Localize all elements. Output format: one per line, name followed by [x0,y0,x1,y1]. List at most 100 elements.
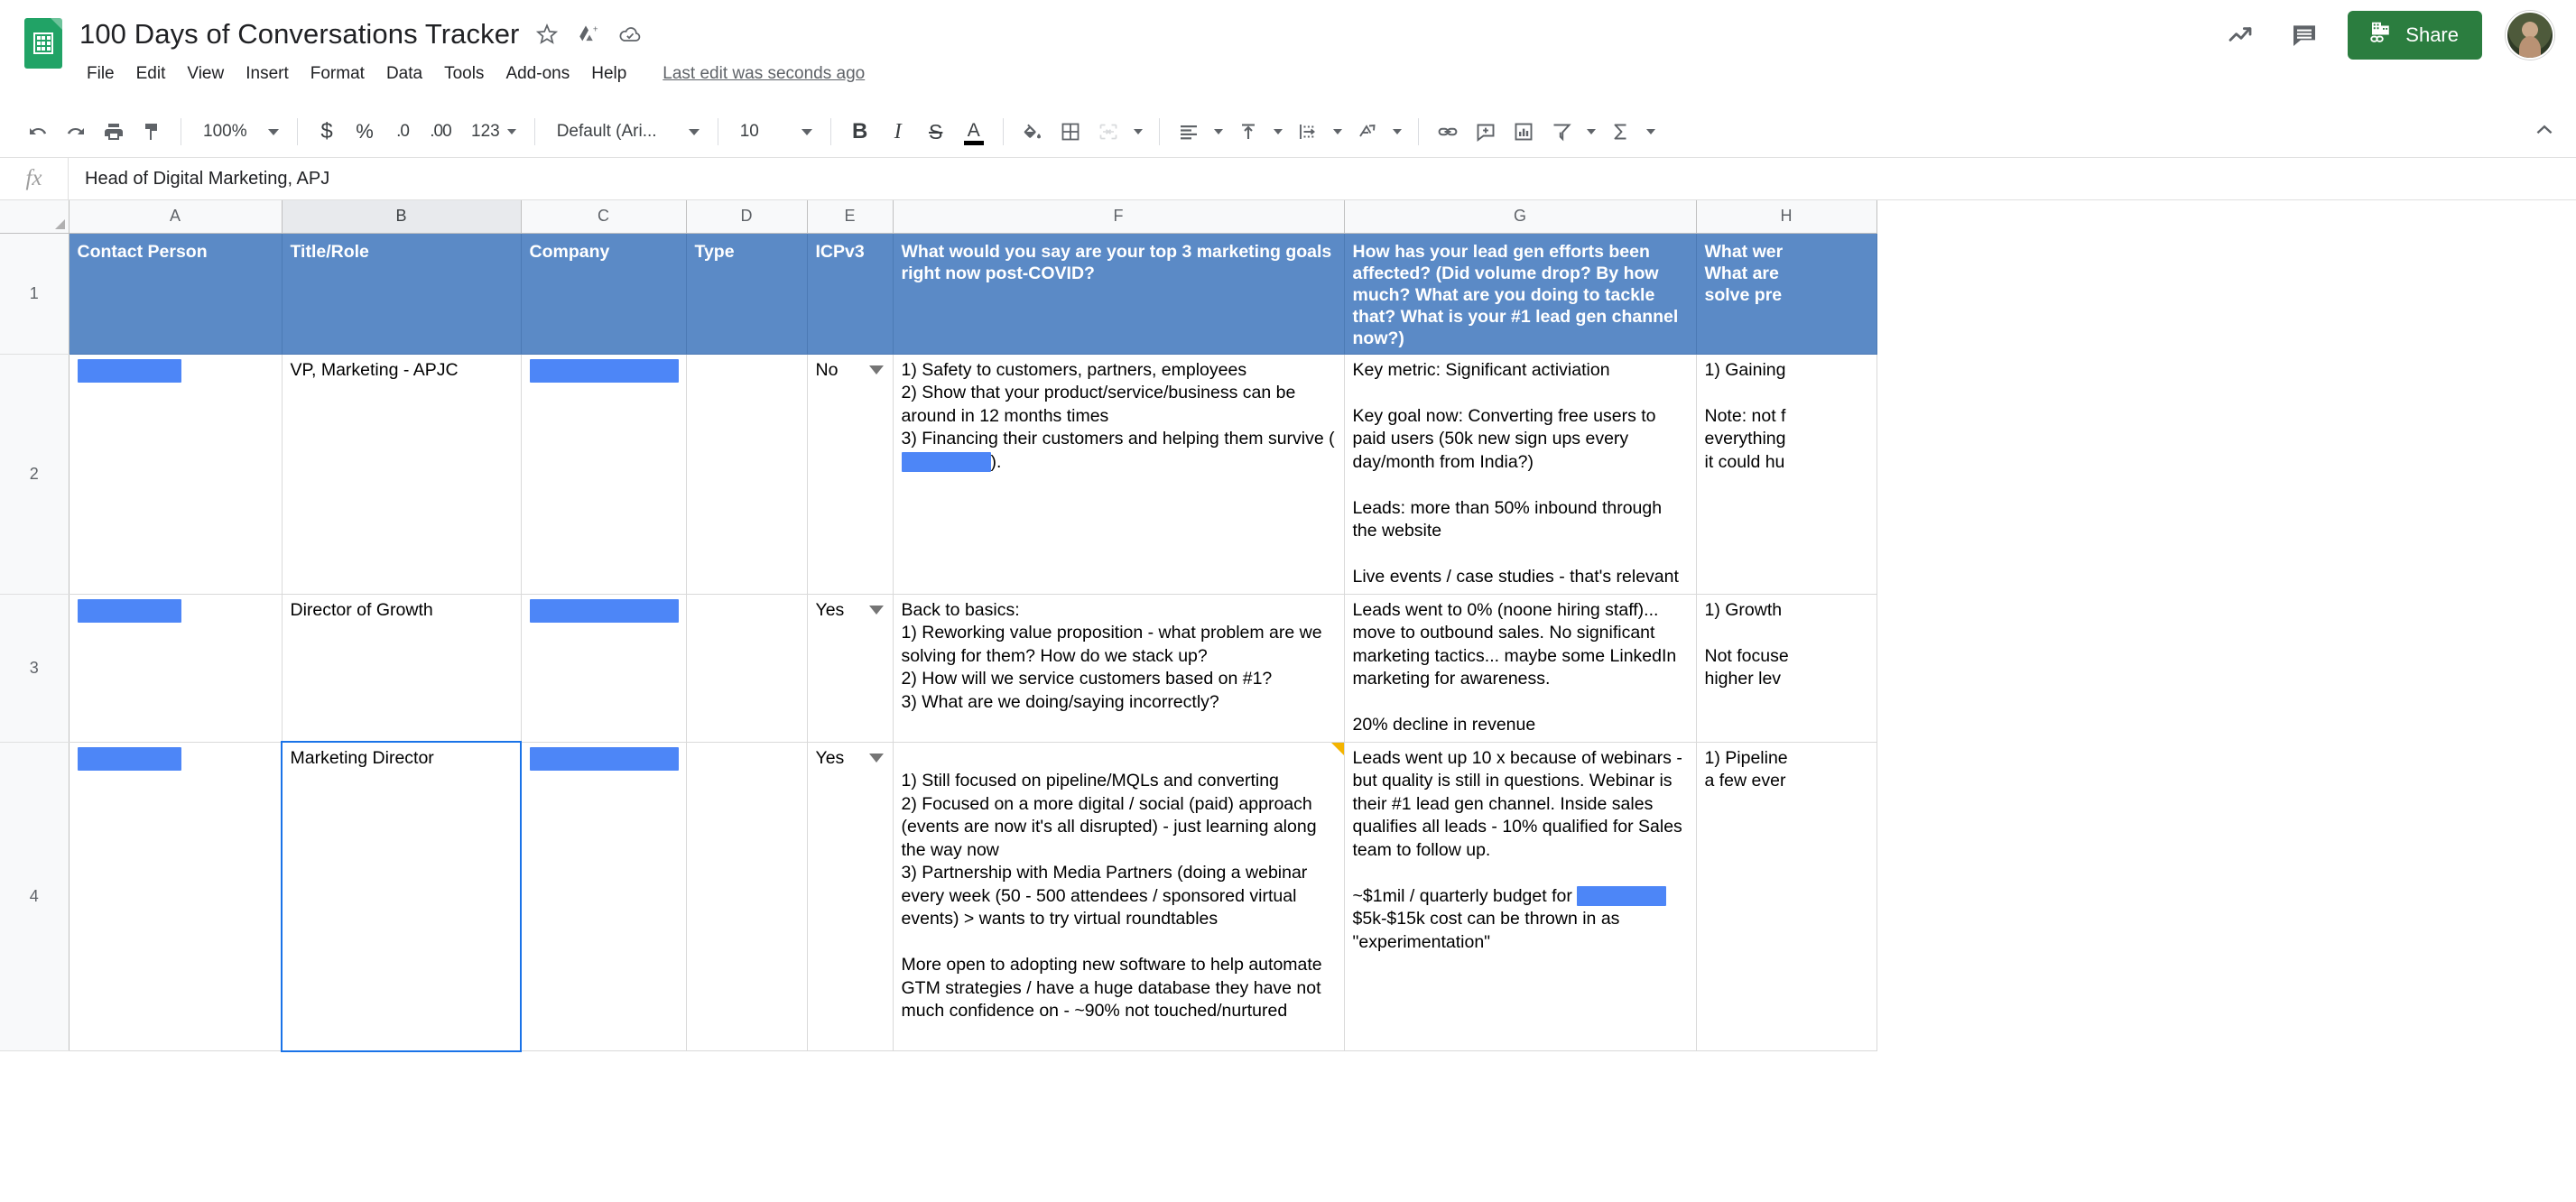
document-title[interactable]: 100 Days of Conversations Tracker [79,18,519,51]
cell-e4-icp[interactable]: Yes [807,742,894,1051]
menu-item-file[interactable]: File [79,60,125,88]
insert-comment-icon[interactable] [1468,114,1504,150]
vertical-align-dropdown[interactable] [1268,114,1288,150]
cell-g3-leadgen[interactable]: Leads went to 0% (noone hiring staff)...… [1344,594,1697,743]
cell-e3-icp[interactable]: Yes [807,594,894,743]
column-header-b[interactable]: B [282,200,522,234]
horizontal-align-dropdown[interactable] [1209,114,1228,150]
cell-a4-contact-person[interactable] [69,742,283,1051]
text-wrapping-dropdown[interactable] [1328,114,1348,150]
select-all-corner[interactable] [0,200,69,234]
cell-h2[interactable]: 1) Gaining Note: not f everything it cou… [1696,354,1877,595]
row-header-4[interactable]: 4 [0,742,69,1051]
text-rotation-icon[interactable] [1349,114,1385,150]
cell-h1[interactable]: What wer What are solve pre [1696,233,1877,355]
fill-color-icon[interactable] [1015,114,1051,150]
cell-b2-title-role[interactable]: VP, Marketing - APJC [282,354,522,595]
cell-c1[interactable]: Company [521,233,687,355]
cell-a2-contact-person[interactable] [69,354,283,595]
sheets-logo[interactable] [20,13,67,76]
formula-input[interactable] [69,158,2576,199]
cell-d2-type[interactable] [686,354,808,595]
chevron-down-icon[interactable] [868,605,884,615]
merge-cells-icon[interactable] [1090,114,1126,150]
cell-g2-leadgen[interactable]: Key metric: Significant activiation Key … [1344,354,1697,595]
undo-icon[interactable] [20,114,56,150]
cell-d3-type[interactable] [686,594,808,743]
row-header-2[interactable]: 2 [0,354,69,595]
activity-trends-icon[interactable] [2221,15,2261,55]
cell-c3-company[interactable] [521,594,687,743]
merge-cells-dropdown[interactable] [1128,114,1148,150]
cloud-saved-icon[interactable] [616,21,644,48]
menu-item-edit[interactable]: Edit [125,60,177,88]
menu-item-addons[interactable]: Add-ons [495,60,580,88]
cell-e1[interactable]: ICPv3 [807,233,894,355]
decrease-decimal-button[interactable]: .0 [385,114,421,150]
text-wrapping-icon[interactable] [1290,114,1326,150]
cell-b4-title-role[interactable]: Marketing Director [281,741,522,1052]
collapse-toolbar-icon[interactable] [2533,118,2556,146]
increase-decimal-button[interactable]: .00 [422,114,459,150]
column-header-g[interactable]: G [1344,200,1697,234]
paint-format-icon[interactable] [134,114,170,150]
text-rotation-dropdown[interactable] [1387,114,1407,150]
cell-d1[interactable]: Type [686,233,808,355]
row-header-3[interactable]: 3 [0,594,69,743]
print-icon[interactable] [96,114,132,150]
filter-icon[interactable] [1543,114,1580,150]
functions-dropdown[interactable] [1641,114,1661,150]
horizontal-align-icon[interactable] [1171,114,1207,150]
cell-g4-leadgen[interactable]: Leads went up 10 x because of webinars -… [1344,742,1697,1051]
column-header-h[interactable]: H [1696,200,1877,234]
cell-h3[interactable]: 1) Growth Not focuse higher lev [1696,594,1877,743]
column-header-d[interactable]: D [686,200,808,234]
cell-c4-company[interactable] [521,742,687,1051]
cell-c2-company[interactable] [521,354,687,595]
cell-a3-contact-person[interactable] [69,594,283,743]
spreadsheet-grid[interactable]: A B C D E F G H 1 Contact Person Title/R… [0,200,2576,1141]
chevron-down-icon[interactable] [868,753,884,763]
font-family-control[interactable]: Default (Ari... [546,114,707,150]
cell-e2-icp[interactable]: No [807,354,894,595]
column-header-a[interactable]: A [69,200,283,234]
menu-item-format[interactable]: Format [300,60,375,88]
cell-f2-goals[interactable]: 1) Safety to customers, partners, employ… [893,354,1345,595]
filter-dropdown[interactable] [1581,114,1601,150]
move-to-drive-icon[interactable]: + [575,21,602,48]
menu-item-insert[interactable]: Insert [235,60,300,88]
star-icon[interactable] [533,21,561,48]
column-header-e[interactable]: E [807,200,894,234]
cell-b3-title-role[interactable]: Director of Growth [282,594,522,743]
vertical-align-icon[interactable] [1230,114,1266,150]
sum-functions-icon[interactable] [1603,114,1639,150]
comment-icon[interactable] [2284,15,2324,55]
cell-a1[interactable]: Contact Person [69,233,283,355]
menu-item-view[interactable]: View [176,60,235,88]
percent-format-button[interactable]: % [347,114,383,150]
cell-g1[interactable]: How has your lead gen efforts been affec… [1344,233,1697,355]
zoom-control[interactable]: 100% [192,114,286,150]
cell-b1[interactable]: Title/Role [282,233,522,355]
cell-f4-goals[interactable]: 1) Still focused on pipeline/MQLs and co… [893,742,1345,1051]
cell-d4-type[interactable] [686,742,808,1051]
avatar[interactable] [2506,11,2554,60]
borders-icon[interactable] [1052,114,1089,150]
italic-button[interactable]: I [880,114,916,150]
cell-f3-goals[interactable]: Back to basics: 1) Reworking value propo… [893,594,1345,743]
last-edit-status[interactable]: Last edit was seconds ago [663,64,865,84]
comment-flag-icon[interactable] [1330,742,1343,755]
cell-f1[interactable]: What would you say are your top 3 market… [893,233,1345,355]
currency-format-button[interactable]: $ [309,114,345,150]
cell-h4[interactable]: 1) Pipeline a few ever [1696,742,1877,1051]
number-format-control[interactable]: 123 [460,114,524,150]
insert-chart-icon[interactable] [1506,114,1542,150]
strikethrough-button[interactable]: S [918,114,954,150]
row-header-1[interactable]: 1 [0,233,69,355]
share-button[interactable]: Share [2348,11,2482,60]
menu-item-data[interactable]: Data [375,60,433,88]
chevron-down-icon[interactable] [868,365,884,374]
insert-link-icon[interactable] [1430,114,1466,150]
column-header-c[interactable]: C [521,200,687,234]
font-size-control[interactable]: 10 [729,114,820,150]
